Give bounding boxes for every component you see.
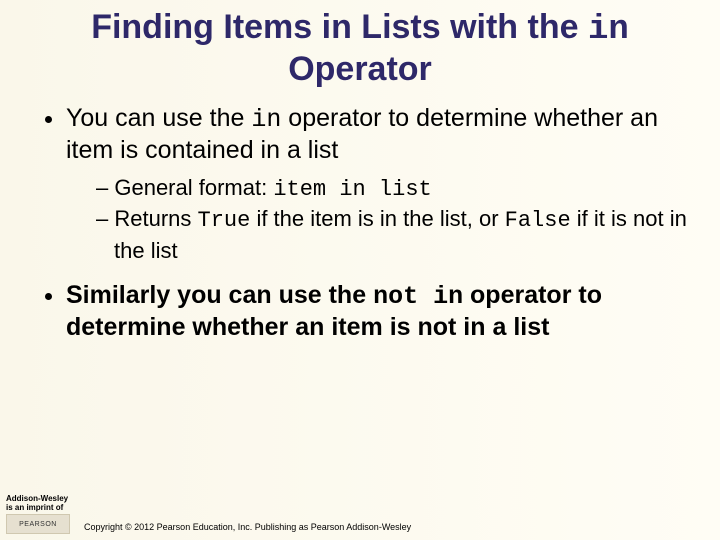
footer-row: PEARSON Copyright © 2012 Pearson Educati… [6,514,714,534]
title-code: in [588,11,629,49]
footer: Addison-Wesley is an imprint of PEARSON … [0,491,720,540]
imprint-line2: is an imprint of [6,503,63,512]
title-part1: Finding Items in Lists with the [91,8,588,46]
b2-code: not in [373,282,463,311]
sub-1-2: Returns True if the item is in the list,… [96,204,690,265]
s12-code1: True [198,208,251,233]
imprint: Addison-Wesley is an imprint of [6,495,714,512]
s11-code: item in list [273,177,431,202]
b2-seg0: Similarly you can use the [66,281,373,309]
slide-title: Finding Items in Lists with the in Opera… [30,8,690,89]
s12-code2: False [505,208,571,233]
bullet-1: You can use the in operator to determine… [66,103,690,266]
s11-seg0: General format: [114,175,273,200]
sub-list-1: General format: item in list Returns Tru… [66,173,690,266]
s12-seg0: Returns [114,206,197,231]
sub-1-1: General format: item in list [96,173,690,205]
s12-seg2: if the item is in the list, or [250,206,504,231]
logo-text: PEARSON [19,521,57,528]
copyright-text: Copyright © 2012 Pearson Education, Inc.… [84,522,411,534]
pearson-logo: PEARSON [6,514,70,534]
b1-code: in [251,105,281,134]
title-part2: Operator [288,50,432,88]
bullet-2: Similarly you can use the not in operato… [66,280,690,344]
b1-seg0: You can use the [66,104,251,132]
bullet-list: You can use the in operator to determine… [30,103,690,343]
